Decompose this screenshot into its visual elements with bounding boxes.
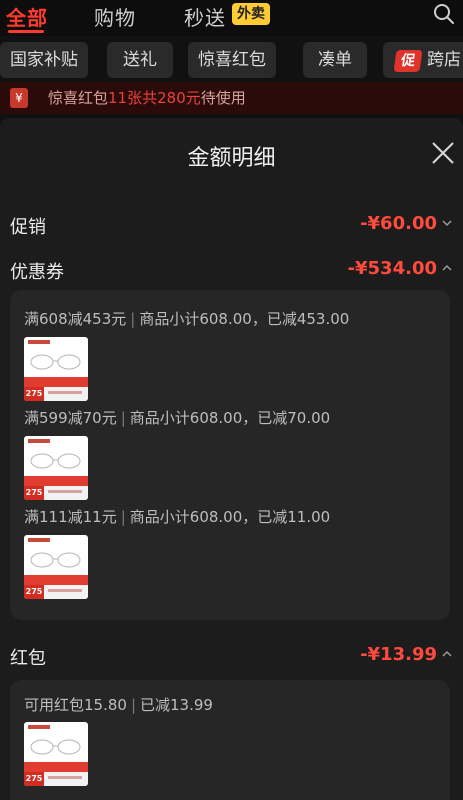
coupon-detail: 商品小计608.00，已减70.00 [129,409,331,427]
category-chips: 国家补贴 送礼 惊喜红包 凑单 促跨店 [0,40,463,80]
tab-all[interactable]: 全部 [6,2,48,31]
coupon-rule: 满608减453元 [24,310,127,328]
active-tab-indicator [8,30,44,33]
redpacket-amount: -¥13.99 [360,644,437,665]
chip-combine-order[interactable]: 凑单 [303,42,367,78]
chip-cross-store[interactable]: 促跨店 [383,42,463,78]
glasses-icon [30,739,81,755]
promotion-amount: -¥60.00 [360,213,437,234]
coupon-rule: 满111减11元 [24,508,117,526]
waimai-badge[interactable]: 外卖 [232,3,270,25]
redpacket-item: 可用红包15.80 | 已减13.99 [24,696,213,714]
chip-cross-store-label: 跨店 [427,50,461,70]
redpacket-banner[interactable]: ¥ 惊喜红包11张共280元待使用 [0,82,463,114]
close-icon[interactable] [430,140,456,166]
glasses-icon [30,354,81,370]
glasses-icon [30,453,81,469]
thumb-price: 275 [24,585,44,599]
chevron-up-icon [442,650,452,657]
product-thumbnail[interactable]: 275 [24,436,88,500]
glasses-icon [30,552,81,568]
coupon-detail-card: 满608减453元 | 商品小计608.00，已减453.00 275 满599减7… [10,290,450,620]
redpacket-available: 可用红包15.80 [24,696,127,714]
chevron-down-icon [442,220,452,227]
top-tab-bar: 全部 购物 秒送 外卖 [0,0,463,36]
tab-shopping[interactable]: 购物 [94,2,136,31]
amount-detail-sheet: 金额明细 促销 -¥60.00 优惠券 -¥534.00 满608减453元 | 商… [0,118,463,800]
coupon-label: 优惠券 [10,262,64,283]
coupon-amount: -¥534.00 [347,258,437,279]
coupon-item: 满111减11元 | 商品小计608.00，已减11.00 [24,508,331,526]
redpacket-detail-card: 可用红包15.80 | 已减13.99 275 [10,680,450,800]
banner-suffix: 待使用 [200,89,246,107]
yen-icon: ¥ [10,88,28,108]
promo-tag: 促 [393,50,423,72]
product-thumbnail[interactable]: 275 [24,722,88,786]
banner-highlight: 11张共280元 [108,89,201,107]
coupon-rule: 满599减70元 [24,409,117,427]
coupon-detail: 商品小计608.00，已减11.00 [129,508,331,526]
product-thumbnail[interactable]: 275 [24,337,88,401]
redpacket-label: 红包 [10,648,46,669]
thumb-price: 275 [24,387,44,401]
chip-national-subsidy[interactable]: 国家补贴 [0,42,88,78]
product-thumbnail[interactable]: 275 [24,535,88,599]
redpacket-reduced: 已减13.99 [140,696,213,714]
sheet-header: 金额明细 [0,118,463,188]
coupon-item: 满599减70元 | 商品小计608.00，已减70.00 [24,409,331,427]
redpacket-row[interactable]: 红包 -¥13.99 [10,642,453,672]
coupon-item: 满608减453元 | 商品小计608.00，已减453.00 [24,310,350,328]
banner-text: 惊喜红包11张共280元待使用 [48,87,246,108]
banner-prefix: 惊喜红包 [48,89,109,107]
coupon-row[interactable]: 优惠券 -¥534.00 [10,256,453,286]
chip-surprise-redpacket[interactable]: 惊喜红包 [188,42,276,78]
coupon-detail: 商品小计608.00，已减453.00 [139,310,350,328]
tab-instant-delivery[interactable]: 秒送 [184,2,226,31]
promotion-row[interactable]: 促销 -¥60.00 [10,211,453,241]
sheet-title: 金额明细 [187,146,276,171]
chevron-up-icon [442,264,452,271]
search-icon[interactable] [433,3,455,25]
promotion-label: 促销 [10,217,46,238]
thumb-price: 275 [24,486,44,500]
chip-gift[interactable]: 送礼 [107,42,173,78]
thumb-price: 275 [24,772,44,786]
